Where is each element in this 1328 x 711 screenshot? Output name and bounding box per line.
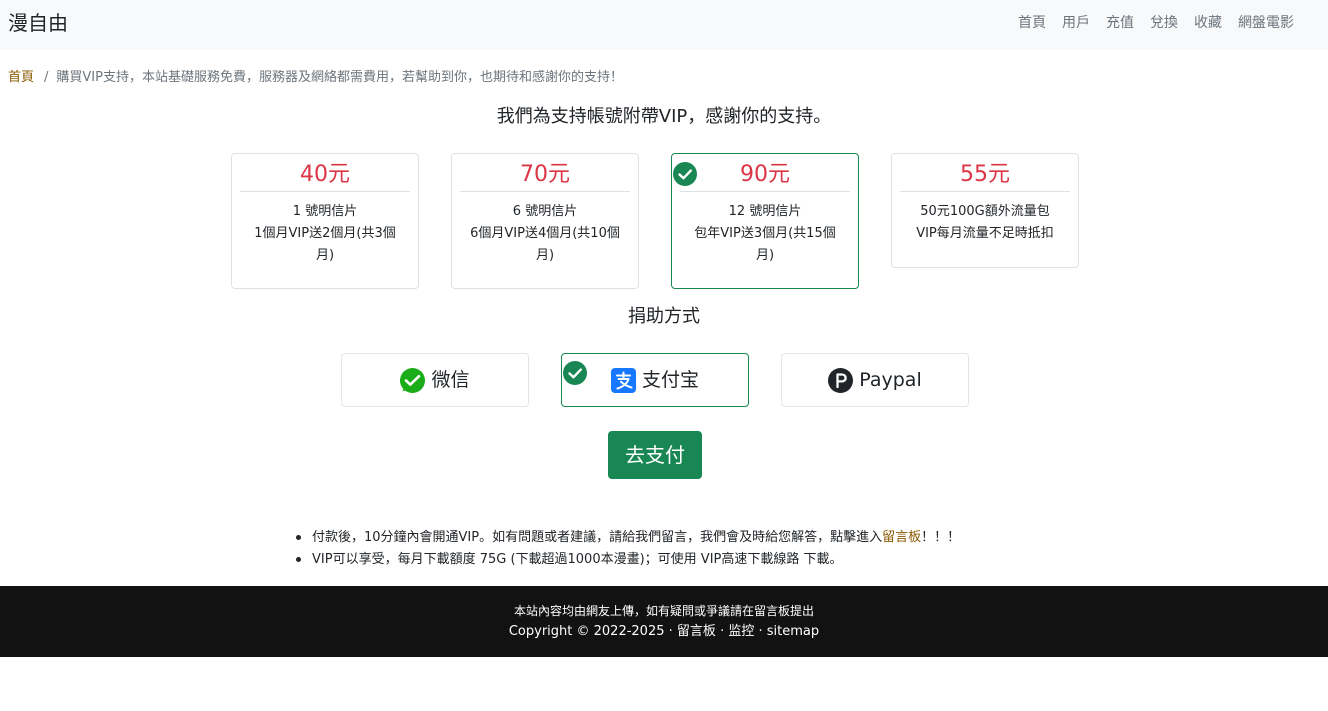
selected-check-icon <box>673 162 697 186</box>
footer-dot: · <box>720 624 725 639</box>
plan-desc-cont: 月) <box>755 248 775 263</box>
breadcrumb-separator: / <box>44 70 49 85</box>
footer-disclaimer: 本站內容均由網友上傳，如有疑問或爭議請在留言板提出 <box>513 604 814 618</box>
payment-method-label: 支付宝 <box>641 369 699 391</box>
plan-price: 70元 <box>460 160 630 192</box>
plan-desc: VIP每月流量不足時抵扣 <box>916 226 1054 241</box>
payment-method-alipay[interactable]: 支付宝 <box>561 353 749 407</box>
footer-link-sitemap[interactable]: sitemap <box>767 624 819 639</box>
nav-link-favorites[interactable]: 收藏 <box>1194 13 1222 33</box>
breadcrumb-home-link[interactable]: 首頁 <box>8 70 34 85</box>
plan-card-90[interactable]: 90元 12 號明信片 包年VIP送3個月(共15個 月) <box>671 153 859 289</box>
nav-links: 首頁 用戶 充值 兌換 收藏 網盤電影 <box>1018 13 1294 33</box>
plan-card-55[interactable]: 55元 50元100G額外流量包 VIP每月流量不足時抵扣 <box>891 153 1079 268</box>
plans-heading: 我們為支持帳號附帶VIP，感謝你的支持。 <box>496 106 832 127</box>
footer-dot: · <box>758 624 763 639</box>
note-tail: ！！！ <box>921 530 961 545</box>
plan-title: 6 號明信片 <box>512 204 578 219</box>
breadcrumb: 首頁 / 購買VIP支持，本站基礎服務免費，服務器及網絡都需費用，若幫助到你，也期待… <box>8 68 623 88</box>
list-item: VIP可以享受，每月下載額度 75G (下載超過1000本漫畫)；可使用 VIP… <box>295 549 960 571</box>
plan-price: 55元 <box>900 160 1070 192</box>
plan-desc-cont: 月) <box>315 248 335 263</box>
methods-heading: 捐助方式 <box>628 306 700 327</box>
plan-title: 12 號明信片 <box>728 204 802 219</box>
footer-link-guestbook[interactable]: 留言板 <box>677 624 716 639</box>
nav-link-cloud-movies[interactable]: 網盤電影 <box>1238 13 1294 33</box>
plan-desc-cont: 月) <box>535 248 555 263</box>
wechat-icon <box>400 367 426 393</box>
payment-method-label: Paypal <box>859 369 922 391</box>
plan-card-70[interactable]: 70元 6 號明信片 6個月VIP送4個月(共10個 月) <box>451 153 639 289</box>
payment-method-wechat[interactable]: 微信 <box>341 353 529 407</box>
paypal-icon <box>828 367 854 393</box>
footer-copyright: Copyright © 2022-2025 · 留言板 · 监控 · sitem… <box>0 622 1328 642</box>
footer: 本站內容均由網友上傳，如有疑問或爭議請在留言板提出 Copyright © 20… <box>0 586 1328 657</box>
list-item: 付款後，10分鐘內會開通VIP。如有問題或者建議，請給我們留言，我們會及時給您解… <box>295 527 961 549</box>
note-text: 付款後，10分鐘內會開通VIP。如有問題或者建議，請給我們留言，我們會及時給您解… <box>312 530 883 545</box>
plan-title: 1 號明信片 <box>292 204 358 219</box>
plan-desc: 6個月VIP送4個月(共10個 <box>470 226 620 241</box>
footer-link-monitor[interactable]: 监控 <box>728 624 754 639</box>
pay-button[interactable]: 去支付 <box>608 431 702 479</box>
payment-method-list: 微信 支付宝 Paypal <box>341 353 969 407</box>
plan-price: 90元 <box>680 160 850 192</box>
nav-link-home[interactable]: 首頁 <box>1018 13 1046 33</box>
guestbook-link[interactable]: 留言板 <box>882 530 921 545</box>
site-brand[interactable]: 漫自由 <box>8 9 68 37</box>
nav-link-user[interactable]: 用戶 <box>1062 13 1090 33</box>
plan-desc: 1個月VIP送2個月(共3個 <box>254 226 396 241</box>
payment-method-label: 微信 <box>431 369 470 391</box>
alipay-icon <box>610 367 636 393</box>
plan-desc: 包年VIP送3個月(共15個 <box>694 226 836 241</box>
top-navbar: 漫自由 首頁 用戶 充值 兌換 收藏 網盤電影 <box>0 0 1328 50</box>
selected-check-icon <box>563 361 587 385</box>
copyright-text: Copyright © 2022-2025 · <box>508 624 673 639</box>
plan-title: 50元100G額外流量包 <box>920 204 1050 219</box>
note-text: VIP可以享受，每月下載額度 75G (下載超過1000本漫畫)；可使用 VIP… <box>312 552 843 567</box>
notes-list: 付款後，10分鐘內會開通VIP。如有問題或者建議，請給我們留言，我們會及時給您解… <box>295 527 961 571</box>
plan-price: 40元 <box>240 160 410 192</box>
payment-method-paypal[interactable]: Paypal <box>781 353 969 407</box>
nav-link-redeem[interactable]: 兌換 <box>1150 13 1178 33</box>
nav-link-recharge[interactable]: 充值 <box>1106 13 1134 33</box>
plan-card-40[interactable]: 40元 1 號明信片 1個月VIP送2個月(共3個 月) <box>231 153 419 289</box>
plan-list: 40元 1 號明信片 1個月VIP送2個月(共3個 月) 70元 6 號明信片 … <box>231 153 1079 289</box>
breadcrumb-current: 購買VIP支持，本站基礎服務免費，服務器及網絡都需費用，若幫助到你，也期待和感謝… <box>56 70 623 85</box>
